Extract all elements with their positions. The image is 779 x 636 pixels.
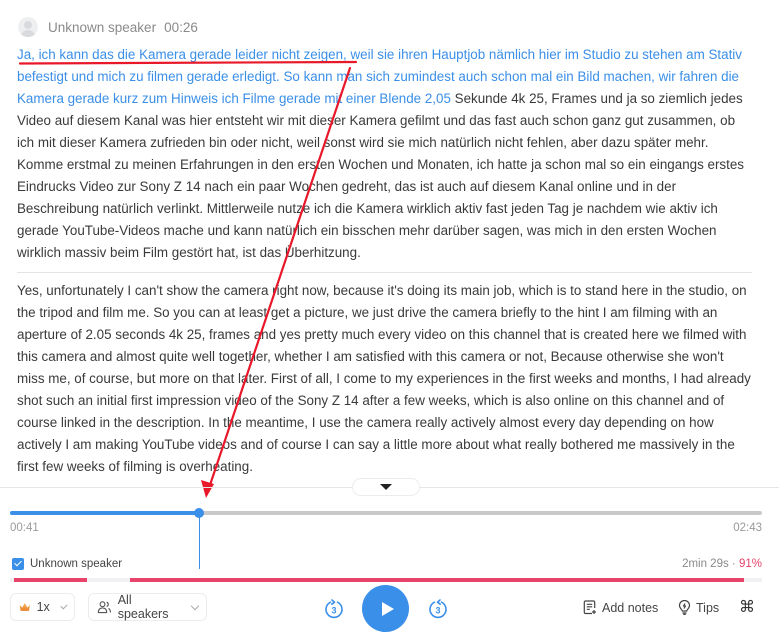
speaker-avatar [18, 17, 38, 37]
speaker-checkbox[interactable] [12, 558, 24, 570]
play-icon [381, 601, 394, 616]
crown-icon [19, 603, 30, 611]
add-notes-button[interactable]: Add notes [583, 600, 658, 615]
tips-button[interactable]: Tips [678, 600, 719, 615]
speaker-timeline-bar[interactable] [10, 578, 762, 582]
chevron-down-icon [60, 601, 68, 610]
segment-speaker-name[interactable]: Unknown speaker [48, 20, 156, 35]
player-controls: 1x All speakers 3 3 Add notes Tips ⌘ [0, 585, 779, 632]
tips-label: Tips [696, 600, 720, 615]
total-time: 02:43 [733, 522, 762, 534]
speaker-segment[interactable] [130, 578, 744, 582]
speaker-percent: 91% [738, 558, 762, 570]
segment-header: Unknown speaker 00:26 [18, 16, 198, 38]
speed-selector[interactable]: 1x [10, 593, 75, 621]
speakers-filter-dropdown[interactable]: All speakers [88, 593, 207, 621]
forward-3s-button[interactable]: 3 [427, 598, 449, 620]
playback-progress-bar[interactable] [10, 508, 762, 518]
playhead-line [199, 513, 200, 569]
speaker-track-label: Unknown speaker [30, 558, 123, 570]
transcript-segment: Ja, ich kann das die Kamera gerade leide… [17, 44, 752, 478]
lightbulb-icon [678, 600, 691, 615]
speed-label: 1x [36, 600, 50, 614]
speaker-stats: 2min 29s · 91% [682, 558, 762, 570]
rewind-3s-button[interactable]: 3 [323, 598, 345, 620]
speaker-filter-row[interactable]: Unknown speaker [12, 558, 122, 570]
speaker-duration: 2min 29s [682, 558, 729, 570]
caret-down-icon [380, 484, 392, 490]
translation-divider [17, 272, 752, 273]
original-text[interactable]: Ja, ich kann das die Kamera gerade leide… [17, 44, 752, 264]
rewind-seconds: 3 [331, 605, 336, 615]
people-icon [97, 601, 111, 614]
segment-timestamp[interactable]: 00:26 [164, 20, 198, 35]
translation-text[interactable]: Yes, unfortunately I can't show the came… [17, 280, 752, 478]
remaining-text[interactable]: Sekunde 4k 25, Frames und ja so ziemlich… [17, 91, 744, 260]
current-time: 00:41 [10, 522, 39, 534]
collapse-toggle-button[interactable] [352, 478, 420, 496]
stats-separator: · [728, 558, 739, 570]
progress-fill [10, 511, 199, 515]
chevron-down-icon [191, 601, 200, 610]
speakers-filter-label: All speakers [117, 593, 169, 621]
forward-seconds: 3 [435, 605, 440, 615]
command-key-icon: ⌘ [739, 599, 755, 616]
add-notes-icon [583, 600, 596, 615]
annotation-arrow-head [201, 480, 214, 498]
speaker-segment[interactable] [14, 578, 87, 582]
play-button[interactable] [362, 585, 409, 632]
add-notes-label: Add notes [602, 600, 659, 615]
shortcuts-button[interactable]: ⌘ [739, 597, 755, 617]
